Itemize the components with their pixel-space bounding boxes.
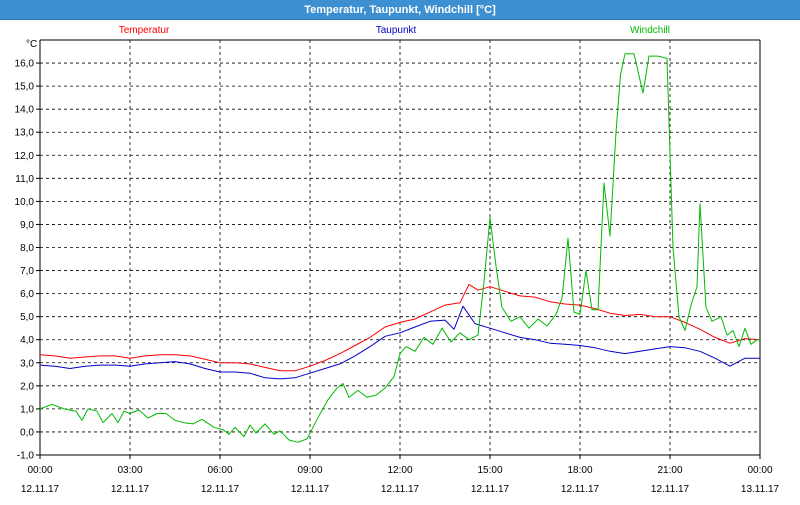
y-tick-label: 16,0: [15, 59, 35, 70]
series-line-temperatur: [39, 283, 761, 372]
x-tick-date-label: 12.11.17: [21, 484, 60, 495]
y-tick-label: 14,0: [15, 105, 35, 116]
x-tick-time-label: 00:00: [747, 465, 772, 476]
legend-entry-taupunkt: Taupunkt: [376, 25, 417, 36]
x-tick-date-label: 12.11.17: [561, 484, 600, 495]
line-chart: -1,0 0,0 1,0 2,0 3,0 4,0 5,0 6,0 7,0 8,0 9,0 10,0 11…: [15, 25, 780, 495]
y-tick-label: 0,0: [20, 427, 34, 438]
x-tick-date-label: 12.11.17: [111, 484, 150, 495]
x-tick-date-label: 12.11.17: [471, 484, 510, 495]
y-tick-label: 1,0: [20, 404, 34, 415]
x-tick-time-label: 09:00: [297, 465, 322, 476]
x-tick-date-label: 12.11.17: [381, 484, 420, 495]
y-tick-label: 8,0: [20, 243, 34, 254]
x-tick-date-label: 12.11.17: [201, 484, 240, 495]
x-tick-time-label: 18:00: [567, 465, 592, 476]
x-tick-time-label: 15:00: [477, 465, 502, 476]
y-tick-label: 4,0: [20, 335, 34, 346]
x-axis-ticks: 00:00 12.11.17 03:00 12.11.17 06:00 12.11.17 0…: [21, 455, 780, 495]
y-tick-label: 10,0: [15, 197, 35, 208]
y-axis-ticks: -1,0 0,0 1,0 2,0 3,0 4,0 5,0 6,0 7,0 8,0 9,0 10,0 11…: [15, 59, 40, 462]
legend: Temperatur Taupunkt Windchill: [119, 25, 670, 36]
y-tick-label: 11,0: [15, 174, 34, 185]
x-tick-time-label: 06:00: [207, 465, 232, 476]
grid: [40, 40, 760, 455]
y-tick-label: 12,0: [15, 151, 35, 162]
x-tick-time-label: 12:00: [387, 465, 412, 476]
y-axis-unit-label: °C: [26, 39, 37, 50]
y-tick-label: 5,0: [20, 312, 34, 323]
x-tick-time-label: 03:00: [117, 465, 142, 476]
y-tick-label: 3,0: [20, 358, 34, 369]
legend-entry-windchill: Windchill: [630, 25, 670, 36]
y-tick-label: 9,0: [20, 220, 34, 231]
x-tick-time-label: 00:00: [27, 465, 52, 476]
y-tick-label: 6,0: [20, 289, 34, 300]
window-title-bar: Temperatur, Taupunkt, Windchill [°C]: [0, 0, 800, 20]
y-tick-label: 2,0: [20, 381, 34, 392]
x-tick-date-label: 12.11.17: [651, 484, 690, 495]
y-tick-label: 15,0: [15, 82, 35, 93]
x-tick-time-label: 21:00: [657, 465, 682, 476]
chart-area: -1,0 0,0 1,0 2,0 3,0 4,0 5,0 6,0 7,0 8,0 9,0 10,0 11…: [0, 20, 800, 500]
legend-entry-temperatur: Temperatur: [119, 25, 170, 36]
y-tick-label: 13,0: [15, 128, 35, 139]
window-title: Temperatur, Taupunkt, Windchill [°C]: [304, 4, 496, 16]
y-tick-label: 7,0: [20, 266, 34, 277]
x-tick-date-label: 13.11.17: [741, 484, 780, 495]
y-tick-label: -1,0: [17, 451, 35, 462]
x-tick-date-label: 12.11.17: [291, 484, 330, 495]
